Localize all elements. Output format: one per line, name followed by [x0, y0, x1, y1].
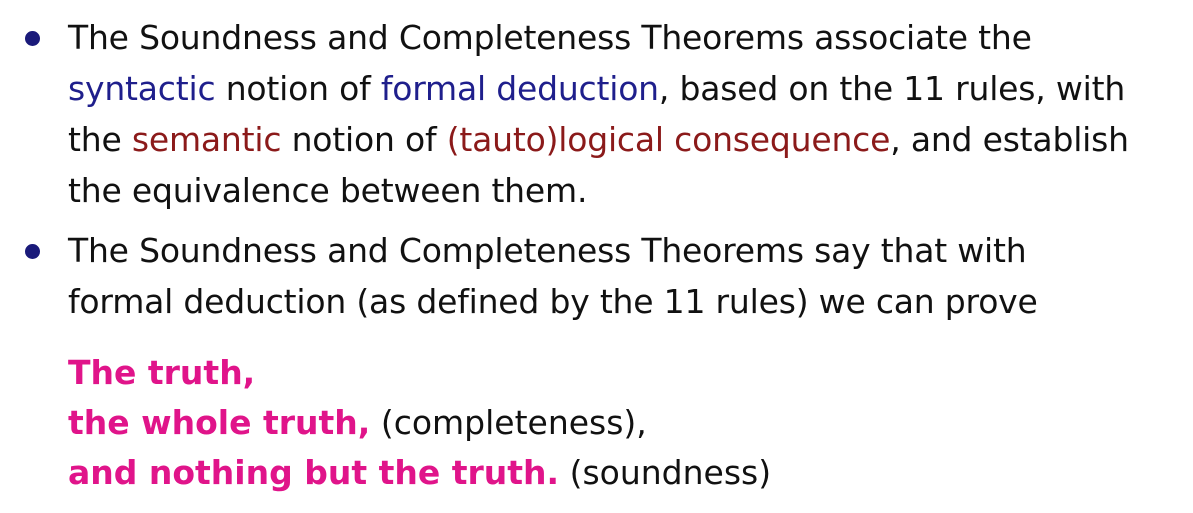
truth-line-3: and nothing but the truth. (soundness) [68, 453, 772, 492]
truth-block: The truth, the whole truth, (completenes… [68, 348, 771, 498]
bullet-2-line-2: formal deduction (as defined by the 11 r… [68, 282, 1038, 321]
bullet-1-line-4: the equivalence between them. [68, 171, 588, 210]
bullet-dot-icon [25, 31, 40, 46]
bullet-1-line-1: The Soundness and Completeness Theorems … [68, 18, 1032, 57]
bullet-dot-icon [25, 244, 40, 259]
term-semantic: semantic [131, 120, 282, 159]
bullet-1-line-2: syntactic notion of formal deduction, ba… [68, 69, 1126, 108]
term-syntactic: syntactic [68, 69, 216, 108]
slide: The Soundness and Completeness Theorems … [0, 0, 1193, 513]
term-logical-consequence: (tauto)logical consequence [446, 120, 891, 159]
term-formal-deduction: formal deduction [380, 69, 659, 108]
bullet-item-2: The Soundness and Completeness Theorems … [68, 225, 1183, 327]
bullet-1-line-3: the semantic notion of (tauto)logical co… [68, 120, 1129, 159]
bullet-2-line-1: The Soundness and Completeness Theorems … [68, 231, 1027, 270]
truth-line-1: The truth, [68, 353, 256, 392]
truth-line-2: the whole truth, (completeness), [68, 403, 647, 442]
bullet-item-1: The Soundness and Completeness Theorems … [68, 12, 1183, 216]
